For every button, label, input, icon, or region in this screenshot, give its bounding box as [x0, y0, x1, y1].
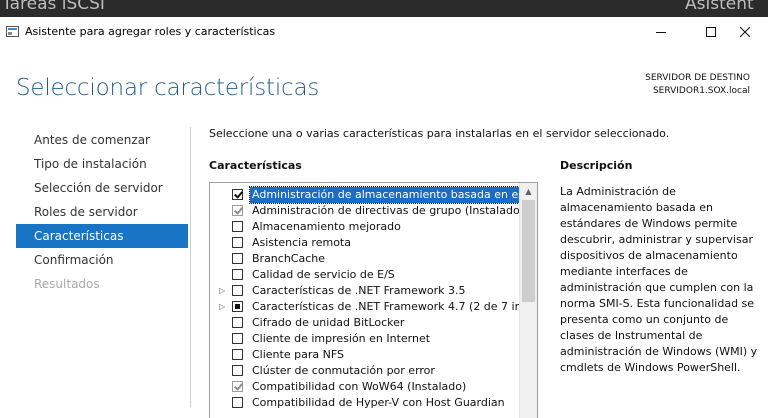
- server-manager-icon: [6, 26, 19, 37]
- wizard-window: Asistente para agregar roles y caracterí…: [0, 17, 768, 418]
- feature-checkbox[interactable]: [232, 365, 243, 376]
- nav-item-confirmacion[interactable]: Confirmación: [16, 248, 188, 272]
- destination-server-name: SERVIDOR1.SOX.local: [652, 86, 750, 96]
- feature-row[interactable]: Asistencia remota: [210, 235, 518, 251]
- feature-label: Administración de almacenamiento basada …: [248, 186, 537, 204]
- scrollbar-thumb[interactable]: [522, 200, 535, 302]
- minimize-button[interactable]: [638, 17, 684, 47]
- feature-label: BranchCache: [252, 252, 326, 265]
- feature-row[interactable]: Clúster de conmutación por error: [210, 363, 518, 379]
- chevron-up-icon[interactable]: ▲: [520, 183, 537, 200]
- feature-checkbox[interactable]: [232, 253, 243, 264]
- nav-item-antes-de-comenzar[interactable]: Antes de comenzar: [16, 128, 188, 152]
- feature-checkbox[interactable]: [232, 317, 243, 328]
- feature-row[interactable]: Almacenamiento mejorado: [210, 219, 518, 235]
- feature-checkbox[interactable]: [232, 381, 243, 392]
- close-button[interactable]: [722, 17, 768, 47]
- triangle-right-icon[interactable]: ▷: [219, 283, 229, 299]
- feature-checkbox[interactable]: [232, 221, 243, 232]
- feature-row[interactable]: Compatibilidad de Hyper-V con Host Guard…: [210, 395, 518, 411]
- destination-label: SERVIDOR DE DESTINO: [645, 73, 750, 83]
- feature-row[interactable]: Compatibilidad con WoW64 (Instalado): [210, 379, 518, 395]
- triangle-right-icon[interactable]: ▷: [219, 299, 229, 315]
- feature-label: Asistencia remota: [252, 236, 351, 249]
- feature-row[interactable]: Cliente de impresión en Internet: [210, 331, 518, 347]
- nav-item-resultados: Resultados: [34, 277, 100, 291]
- feature-row[interactable]: Cliente para NFS: [210, 347, 518, 363]
- nav-item-seleccion-de-servidor[interactable]: Selección de servidor: [16, 176, 188, 200]
- feature-row[interactable]: Administración de almacenamiento basada …: [210, 186, 537, 204]
- feature-label: Compatibilidad con WoW64 (Instalado): [252, 380, 467, 393]
- background-window-left-text: Tareas iSCSI: [2, 0, 105, 14]
- feature-row[interactable]: ▷ Características de .NET Framework 3.5: [210, 283, 518, 299]
- page-title: Seleccionar características: [16, 75, 320, 101]
- wizard-nav: Antes de comenzar Tipo de instalación Se…: [16, 128, 188, 296]
- feature-label: Almacenamiento mejorado: [252, 220, 401, 233]
- feature-checkbox[interactable]: [232, 301, 243, 312]
- feature-label: Compatibilidad de Hyper-V con Host Guard…: [252, 396, 505, 409]
- destination-server: SERVIDOR DE DESTINO SERVIDOR1.SOX.local: [645, 72, 750, 98]
- feature-row[interactable]: BranchCache: [210, 251, 518, 267]
- intro-text: Seleccione una o varias características …: [209, 127, 670, 140]
- feature-label: Características de .NET Framework 4.7 (2…: [252, 300, 538, 313]
- maximize-icon: [706, 27, 716, 37]
- description-text: La Administración de almacenamiento basa…: [560, 185, 758, 374]
- feature-row[interactable]: ▷ Características de .NET Framework 4.7 (…: [210, 299, 537, 315]
- background-window-strip: Tareas iSCSI Asistent: [0, 0, 768, 17]
- feature-label: Clúster de conmutación por error: [252, 364, 435, 377]
- feature-row[interactable]: Administración de directivas de grupo (I…: [210, 203, 524, 219]
- nav-item-roles-de-servidor[interactable]: Roles de servidor: [16, 200, 188, 224]
- feature-checkbox[interactable]: [232, 333, 243, 344]
- close-icon: [740, 27, 750, 37]
- feature-checkbox[interactable]: [232, 205, 243, 216]
- window-title: Asistente para agregar roles y caracterí…: [25, 25, 276, 38]
- feature-label: Cifrado de unidad BitLocker: [252, 316, 405, 329]
- feature-checkbox[interactable]: [232, 237, 243, 248]
- feature-label: Administración de directivas de grupo (I…: [252, 204, 524, 217]
- description-heading: Descripción: [560, 159, 633, 172]
- title-bar[interactable]: Asistente para agregar roles y caracterí…: [0, 17, 768, 47]
- feature-label: Características de .NET Framework 3.5: [252, 284, 466, 297]
- nav-divider: [190, 127, 191, 407]
- feature-row[interactable]: Cifrado de unidad BitLocker: [210, 315, 518, 331]
- features-list[interactable]: Administración de almacenamiento basada …: [209, 182, 538, 418]
- feature-checkbox[interactable]: [232, 189, 243, 200]
- minimize-icon: [656, 32, 666, 33]
- features-list-rows: Administración de almacenamiento basada …: [210, 186, 537, 411]
- feature-checkbox[interactable]: [232, 349, 243, 360]
- nav-item-tipo-de-instalacion[interactable]: Tipo de instalación: [16, 152, 188, 176]
- feature-row[interactable]: Calidad de servicio de E/S: [210, 267, 518, 283]
- feature-label: Cliente de impresión en Internet: [252, 332, 431, 345]
- background-window-right-text: Asistent: [685, 0, 754, 14]
- feature-checkbox[interactable]: [232, 285, 243, 296]
- feature-label: Calidad de servicio de E/S: [252, 268, 395, 281]
- features-heading: Características: [209, 159, 302, 172]
- feature-label: Cliente para NFS: [252, 348, 344, 361]
- features-scrollbar[interactable]: ▲: [519, 183, 537, 418]
- feature-checkbox[interactable]: [232, 269, 243, 280]
- nav-item-caracteristicas[interactable]: Características: [16, 224, 188, 248]
